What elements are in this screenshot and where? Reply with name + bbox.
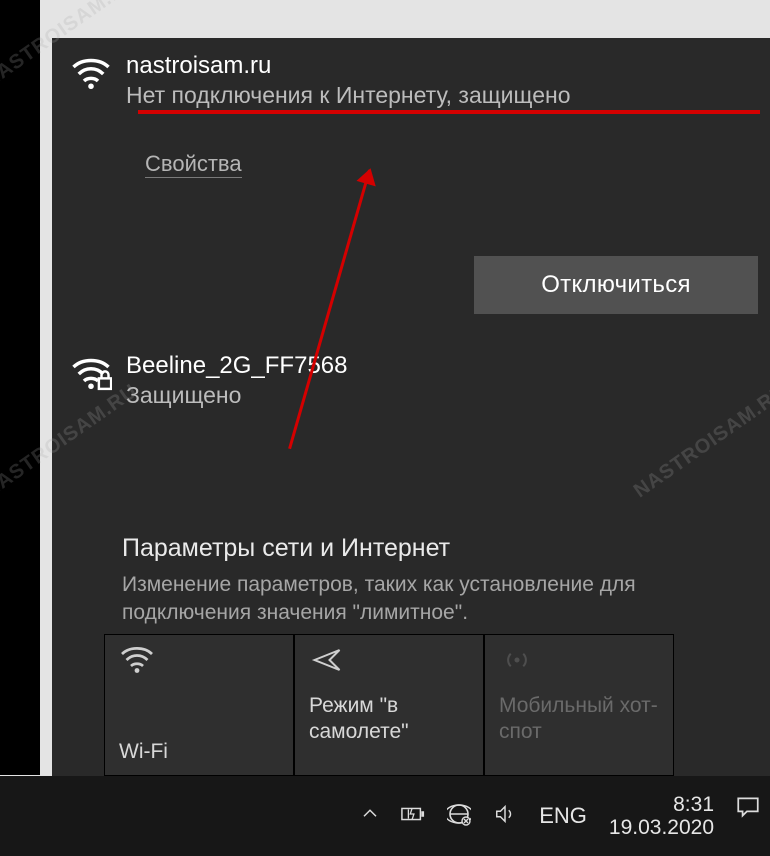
tray-language-indicator[interactable]: ENG [539, 803, 587, 829]
wifi-connected-icon [70, 52, 126, 92]
taskbar: ENG 8:31 19.03.2020 [0, 776, 770, 856]
network-item-connected[interactable]: nastroisam.ru Нет подключения к Интернет… [52, 38, 770, 196]
ssid-label: Beeline_2G_FF7568 [126, 352, 752, 380]
tray-time: 8:31 [673, 793, 714, 816]
airplane-icon [309, 645, 469, 693]
properties-link[interactable]: Свойства [145, 151, 242, 178]
ssid-label: nastroisam.ru [126, 52, 752, 80]
quick-action-tiles: Wi-Fi Режим "в самолете" [104, 634, 770, 776]
tray-action-center-icon[interactable] [734, 794, 762, 825]
tray-chevron-up-icon[interactable] [361, 805, 379, 828]
hotspot-icon [499, 645, 659, 693]
tile-mobile-hotspot[interactable]: Мобильный хот-спот [484, 634, 674, 776]
annotation-underline [138, 110, 760, 114]
tray-clock[interactable]: 8:31 19.03.2020 [609, 793, 714, 839]
tile-label: Режим "в самолете" [309, 693, 469, 746]
tile-airplane-mode[interactable]: Режим "в самолете" [294, 634, 484, 776]
settings-description: Изменение параметров, таких как установл… [122, 571, 752, 628]
settings-title: Параметры сети и Интернет [122, 534, 752, 563]
system-tray: ENG 8:31 19.03.2020 [361, 776, 714, 856]
network-settings-section[interactable]: Параметры сети и Интернет Изменение пара… [104, 518, 770, 628]
tray-date: 19.03.2020 [609, 816, 714, 839]
tray-volume-icon[interactable] [493, 803, 517, 830]
tile-label: Мобильный хот-спот [499, 693, 659, 746]
tray-network-icon[interactable] [447, 802, 471, 831]
network-item-available[interactable]: Beeline_2G_FF7568 Защищено [52, 342, 770, 439]
tile-label: Wi-Fi [119, 739, 279, 765]
tray-power-icon[interactable] [401, 805, 425, 828]
disconnect-button[interactable]: Отключиться [474, 256, 758, 314]
wifi-secured-icon [70, 352, 126, 392]
connection-status: Защищено [126, 382, 752, 409]
wifi-icon [119, 645, 279, 693]
network-flyout: nastroisam.ru Нет подключения к Интернет… [52, 38, 770, 776]
connection-status: Нет подключения к Интернету, защищено [126, 82, 752, 109]
tile-wifi[interactable]: Wi-Fi [104, 634, 294, 776]
